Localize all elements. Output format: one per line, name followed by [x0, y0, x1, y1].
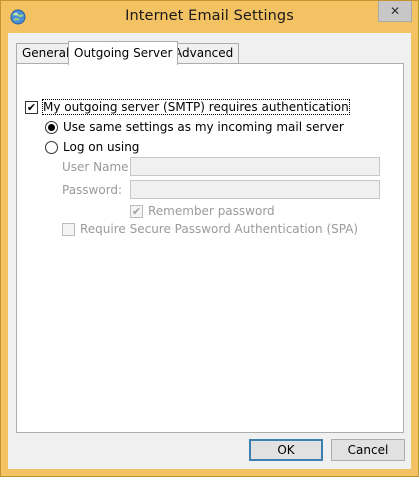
smtp-auth-row[interactable]: ✔ My outgoing server (SMTP) requires aut… [25, 99, 350, 115]
log-on-using-label: Log on using [63, 140, 140, 154]
radio-selected-dot [48, 123, 55, 131]
password-label: Password: [62, 183, 123, 197]
close-icon: ✕ [389, 4, 401, 18]
dialog-window: Internet Email Settings ✕ General Outgoi… [0, 0, 419, 477]
ok-button[interactable]: OK [249, 439, 323, 461]
spa-checkbox[interactable] [62, 222, 75, 236]
remember-password-label: Remember password [148, 204, 275, 218]
use-same-settings-row[interactable]: Use same settings as my incoming mail se… [45, 120, 344, 134]
use-same-settings-radio[interactable] [45, 120, 58, 134]
cancel-button[interactable]: Cancel [331, 439, 405, 461]
smtp-auth-checkbox[interactable]: ✔ [25, 100, 38, 114]
tab-outgoing-server[interactable]: Outgoing Server [68, 41, 179, 65]
password-field[interactable] [130, 180, 380, 199]
use-same-settings-label: Use same settings as my incoming mail se… [63, 120, 344, 134]
outgoing-server-panel: ✔ My outgoing server (SMTP) requires aut… [16, 63, 404, 433]
smtp-auth-label: My outgoing server (SMTP) requires authe… [42, 99, 350, 115]
tab-general[interactable]: General [16, 43, 76, 63]
user-name-label: User Name: [62, 160, 133, 174]
remember-password-row[interactable]: ✔ Remember password [130, 204, 275, 218]
title-bar[interactable]: Internet Email Settings ✕ [1, 1, 418, 33]
log-on-using-radio[interactable] [45, 140, 58, 154]
tab-advanced[interactable]: Advanced [168, 43, 240, 63]
window-title: Internet Email Settings [125, 8, 294, 24]
spa-row[interactable]: Require Secure Password Authentication (… [62, 222, 358, 236]
spa-label: Require Secure Password Authentication (… [80, 222, 359, 236]
remember-password-checkbox[interactable]: ✔ [130, 204, 143, 218]
log-on-using-row[interactable]: Log on using [45, 140, 139, 154]
user-name-field[interactable] [130, 157, 380, 176]
checkmark-icon: ✔ [131, 204, 142, 218]
close-button[interactable]: ✕ [378, 1, 412, 22]
dialog-client-area: General Outgoing Server Advanced ✔ My ou… [8, 33, 411, 469]
checkmark-icon: ✔ [26, 100, 37, 114]
